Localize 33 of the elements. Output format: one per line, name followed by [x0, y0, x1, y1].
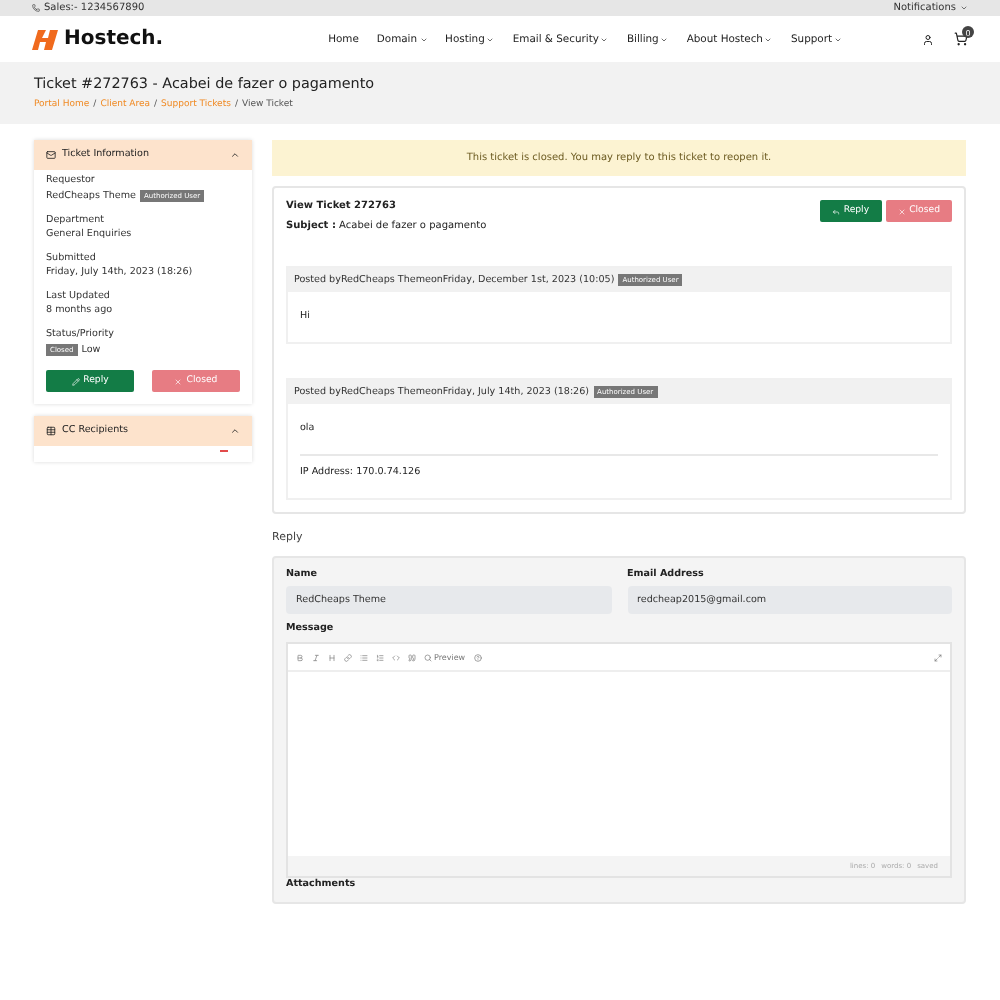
code-icon: [392, 653, 400, 661]
help-icon: [473, 653, 482, 661]
quote-icon: [408, 653, 416, 661]
link-icon: [344, 653, 352, 661]
toolbar-button[interactable]: [374, 651, 386, 663]
toolbar-button[interactable]: [358, 651, 370, 663]
user-icon[interactable]: [922, 33, 934, 45]
heading-icon: [328, 653, 336, 661]
toolbar-button[interactable]: [326, 651, 338, 663]
chevron-up-icon: [230, 426, 240, 436]
search-icon: [424, 653, 432, 661]
logo-icon: [32, 27, 58, 51]
phone-icon: [32, 4, 40, 12]
toolbar-button[interactable]: [294, 651, 306, 663]
pencil-icon: [71, 377, 80, 385]
italic-icon: [312, 653, 320, 661]
fullscreen-icon: [934, 653, 942, 661]
fullscreen-button[interactable]: [932, 651, 944, 663]
numbered-list-icon: [376, 653, 384, 661]
toolbar-button[interactable]: [390, 651, 402, 663]
envelope-icon: [46, 150, 56, 160]
reply-icon: [831, 207, 840, 215]
toolbar-button[interactable]: [342, 651, 354, 663]
bold-icon: [296, 653, 304, 661]
minus-icon: [220, 450, 228, 454]
chevron-up-icon: [230, 150, 240, 160]
toolbar-button[interactable]: [406, 651, 418, 663]
cart-icon: [954, 32, 968, 46]
bullet-list-icon: [360, 653, 368, 661]
table-icon: [46, 426, 56, 436]
toolbar-button[interactable]: [310, 651, 322, 663]
logo-text: Hostech.: [64, 28, 164, 50]
help-button[interactable]: [471, 651, 484, 663]
